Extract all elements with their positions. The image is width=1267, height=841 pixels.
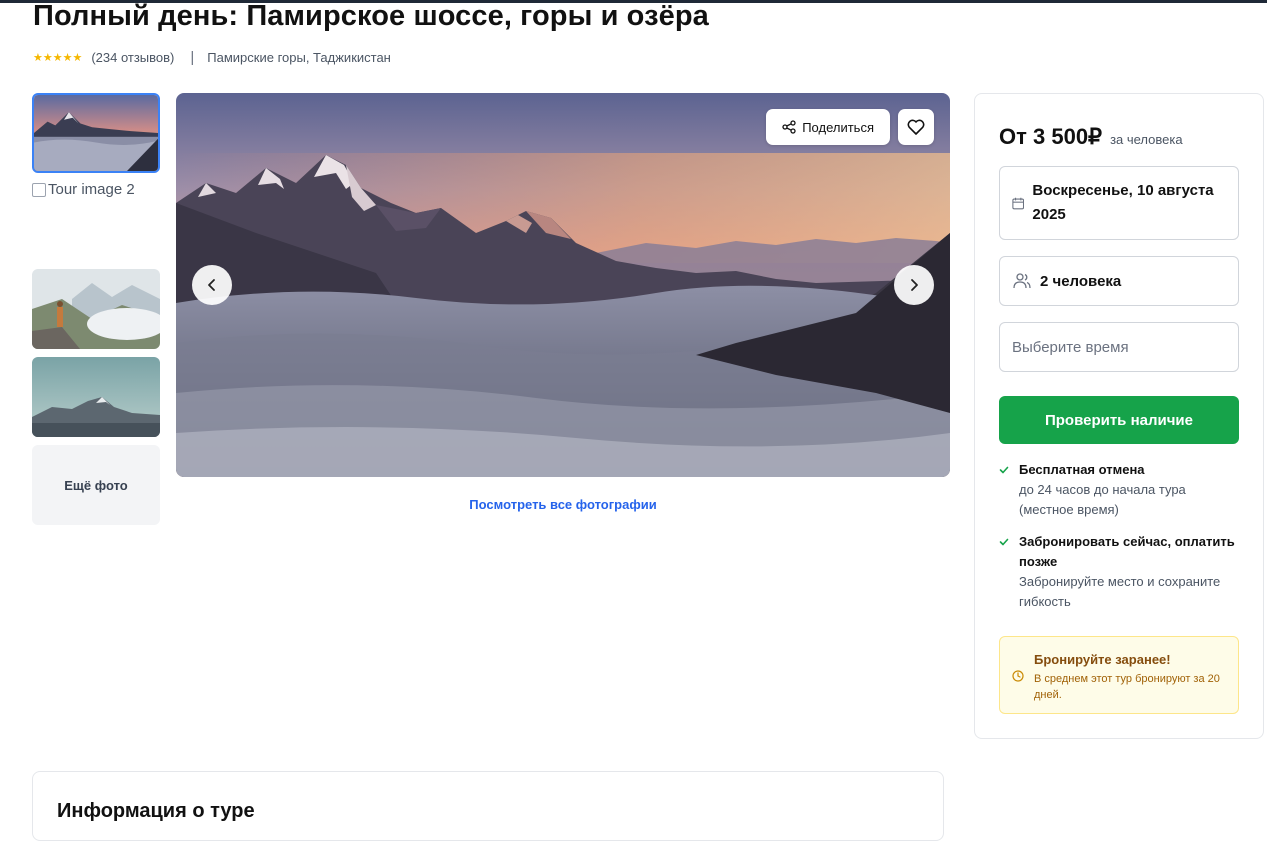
people-value: 2 человека — [1040, 272, 1122, 290]
broken-image-icon — [32, 183, 46, 197]
hero-image[interactable]: Поделиться — [176, 93, 950, 477]
tour-info-title: Информация о туре — [57, 800, 255, 822]
tour-location: Памирские горы, Таджикистан — [207, 49, 391, 65]
benefit-description: Забронируйте место и сохраните гибкость — [1019, 574, 1221, 609]
check-icon — [999, 532, 1019, 612]
thumbnail-3[interactable] — [32, 269, 160, 349]
chevron-right-icon — [911, 279, 918, 291]
thumbnail-1-image — [34, 95, 158, 171]
check-availability-button[interactable]: Проверить наличие — [999, 396, 1239, 444]
people-icon — [1013, 273, 1031, 289]
previous-image-button[interactable] — [192, 265, 232, 305]
date-picker[interactable]: Воскресенье, 10 августа 2025 — [999, 166, 1239, 240]
tour-meta: ★★★★★ (234 отзывов) | Памирские горы, Та… — [33, 48, 391, 66]
calendar-icon — [1012, 197, 1025, 209]
thumbnail-3-image — [32, 269, 160, 349]
time-select[interactable]: Выберите время — [999, 322, 1239, 372]
page-title: Полный день: Памирское шоссе, горы и озё… — [33, 0, 709, 32]
thumbnail-4-image — [32, 357, 160, 437]
rating-stars: ★★★★★ — [33, 51, 83, 64]
share-button[interactable]: Поделиться — [766, 109, 890, 145]
tour-info-card: Информация о туре — [32, 771, 944, 841]
next-image-button[interactable] — [894, 265, 934, 305]
thumbnail-2-broken[interactable]: Tour image 2 — [32, 181, 160, 261]
notice-description: В среднем этот тур бронируют за 20 дней. — [1034, 673, 1220, 701]
booking-panel: От 3 500₽ за человека Воскресенье, 10 ав… — [974, 93, 1264, 739]
notice-title: Бронируйте заранее! — [1034, 652, 1171, 667]
benefit-book-now-pay-later: Забронировать сейчас, оплатить позже Заб… — [999, 532, 1239, 612]
heart-icon — [907, 119, 925, 135]
clock-icon — [1012, 651, 1034, 713]
benefit-title: Забронировать сейчас, оплатить позже — [1019, 534, 1235, 569]
hero-image-scene — [176, 93, 950, 477]
favorite-button[interactable] — [898, 109, 934, 145]
time-placeholder: Выберите время — [1012, 338, 1129, 356]
share-label: Поделиться — [802, 119, 874, 135]
more-photos-label: Ещё фото — [64, 477, 128, 493]
more-photos-button[interactable]: Ещё фото — [32, 445, 160, 525]
check-icon — [999, 460, 1019, 520]
price-value: От 3 500₽ — [999, 124, 1103, 149]
meta-separator: | — [190, 48, 195, 66]
share-icon — [782, 120, 796, 134]
check-availability-label: Проверить наличие — [1044, 411, 1193, 429]
benefit-free-cancellation: Бесплатная отмена до 24 часов до начала … — [999, 460, 1239, 520]
chevron-left-icon — [208, 279, 215, 291]
thumbnail-4[interactable] — [32, 357, 160, 437]
people-picker[interactable]: 2 человека — [999, 256, 1239, 306]
price-block: От 3 500₽ за человека — [999, 124, 1183, 150]
view-all-photos-link[interactable]: Посмотреть все фотографии — [176, 497, 950, 512]
date-value: Воскресенье, 10 августа 2025 — [1032, 182, 1214, 223]
book-early-notice: Бронируйте заранее! В среднем этот тур б… — [999, 636, 1239, 714]
benefit-title: Бесплатная отмена — [1019, 462, 1145, 477]
reviews-count[interactable]: (234 отзывов) — [91, 50, 174, 65]
thumbnail-1[interactable] — [32, 93, 160, 173]
price-unit: за человека — [1110, 132, 1183, 147]
benefit-description: до 24 часов до начала тура (местное врем… — [1019, 482, 1186, 517]
broken-image-alt: Tour image 2 — [48, 181, 135, 198]
